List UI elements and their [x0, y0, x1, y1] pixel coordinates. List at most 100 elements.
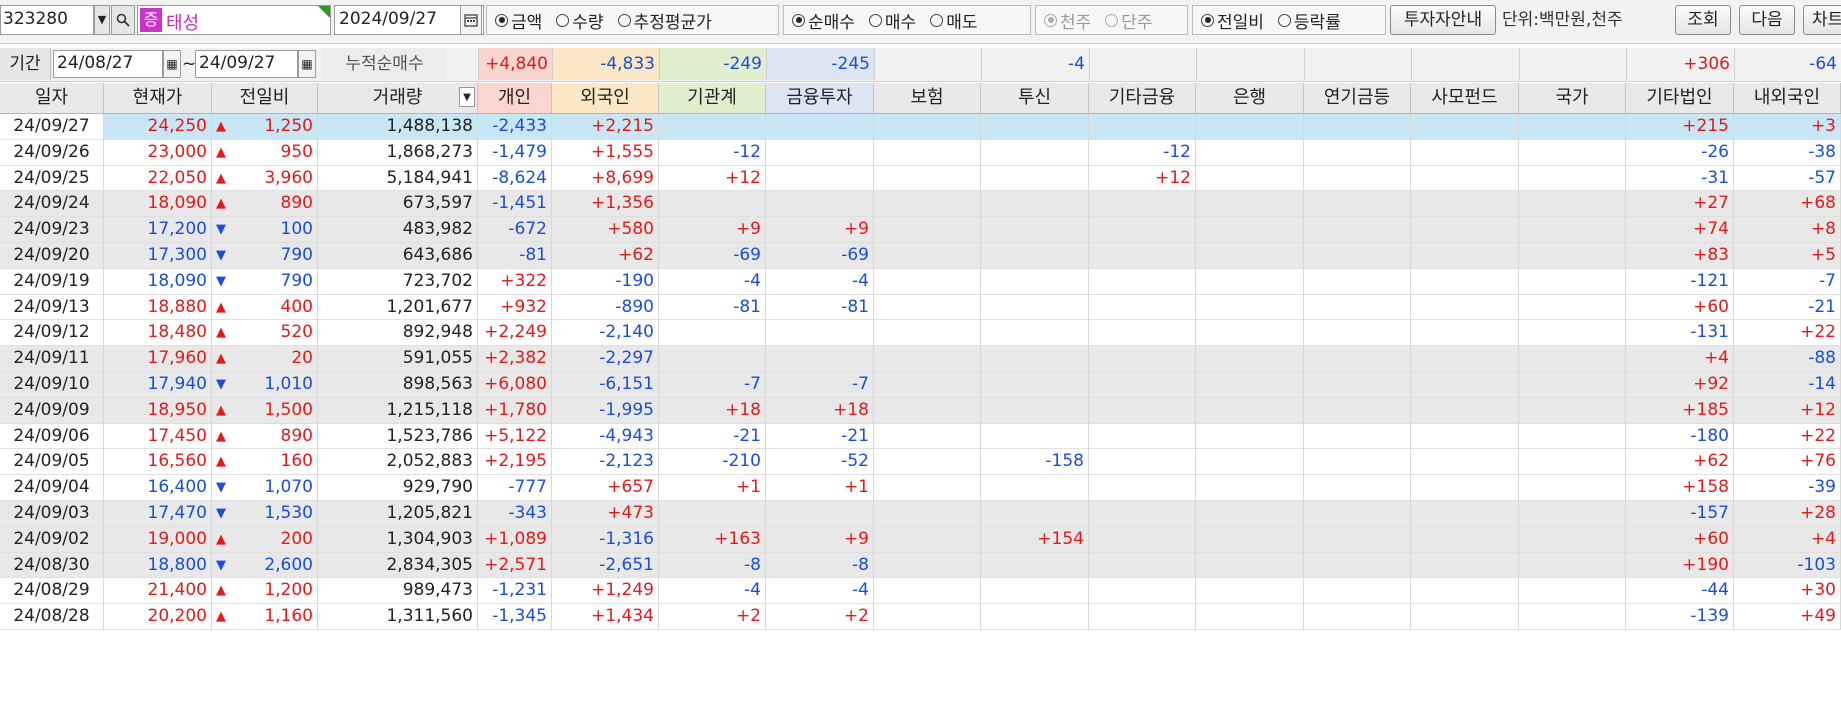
- table-row[interactable]: 24/09/24 18,090 ▲ 890 673,597 -1,451 +1,356 +27…: [0, 191, 1841, 218]
- table-row[interactable]: 24/08/28 20,200 ▲ 1,160 1,311,560 -1,345 +1,43…: [0, 604, 1841, 630]
- cell-other-finance: [1089, 372, 1196, 398]
- radio-change-rate[interactable]: 등락률: [1277, 8, 1341, 33]
- table-row[interactable]: 24/09/04 16,400 ▼ 1,070 929,790 -777 +657 +1 +1 +…: [0, 475, 1841, 501]
- cell-institution: +9: [659, 217, 766, 243]
- stock-code-input[interactable]: 323280: [0, 5, 94, 35]
- cell-private-equity: [1411, 114, 1519, 140]
- cell-volume: 2,052,883: [318, 449, 478, 476]
- column-header-institution[interactable]: 기관계: [659, 83, 766, 113]
- table-row[interactable]: 24/08/30 18,800 ▼ 2,600 2,834,305 +2,571 -2,65…: [0, 552, 1841, 579]
- sort-dropdown-icon[interactable]: ▼: [459, 87, 475, 107]
- table-row[interactable]: 24/09/13 18,880 ▲ 400 1,201,677 +932 -890 -81 -8…: [0, 294, 1841, 321]
- cell-institution: +2: [659, 604, 766, 630]
- cell-date: 24/09/24: [0, 191, 104, 218]
- to-calendar-button[interactable]: ▦: [298, 50, 316, 78]
- cell-pension-fund: [1304, 139, 1411, 166]
- chart-button[interactable]: 차트: [1803, 5, 1841, 35]
- column-header-other-corporation[interactable]: 기타법인: [1626, 83, 1734, 113]
- cell-change: ▲ 890: [212, 191, 318, 218]
- table-row[interactable]: 24/09/19 18,090 ▼ 790 723,702 +322 -190 -4 -4 -12…: [0, 268, 1841, 295]
- cell-price: 17,300: [104, 243, 212, 269]
- column-header-financial-investment[interactable]: 금융투자: [766, 83, 874, 113]
- column-header-other-finance[interactable]: 기타금융: [1089, 83, 1196, 113]
- next-button[interactable]: 다음: [1739, 5, 1795, 35]
- radio-amount[interactable]: 금액: [495, 8, 542, 33]
- cell-institution: -4: [659, 578, 766, 605]
- cell-insurance: [874, 604, 981, 630]
- column-header-bank[interactable]: 은행: [1196, 83, 1304, 113]
- cell-private-equity: [1411, 139, 1519, 166]
- column-header-government[interactable]: 국가: [1519, 83, 1626, 113]
- radio-thousand-shares[interactable]: 천주: [1044, 8, 1091, 33]
- radio-empty-icon: [556, 13, 570, 27]
- cell-bank: [1196, 294, 1304, 321]
- investor-guide-button[interactable]: 투자자안내: [1390, 5, 1496, 35]
- table-row[interactable]: 24/09/27 24,250 ▲ 1,250 1,488,138 -2,433 +2,21…: [0, 114, 1841, 140]
- cell-date: 24/08/28: [0, 604, 104, 630]
- column-header-price[interactable]: 현재가: [104, 83, 212, 113]
- column-header-individual[interactable]: 개인: [478, 83, 552, 113]
- table-row[interactable]: 24/09/23 17,200 ▼ 100 483,982 -672 +580 +9 +9 +74…: [0, 217, 1841, 243]
- cell-pension-fund: [1304, 449, 1411, 476]
- change-value: 1,500: [264, 399, 313, 420]
- radio-net-buy[interactable]: 순매수: [792, 8, 855, 33]
- cell-change: ▼ 790: [212, 268, 318, 295]
- stock-name-box[interactable]: 증 태성: [137, 5, 331, 35]
- table-row[interactable]: 24/09/11 17,960 ▲ 20 591,055 +2,382 -2,297 +4 -8…: [0, 346, 1841, 372]
- query-button[interactable]: 조회: [1675, 5, 1731, 35]
- radio-estimated-avg-price[interactable]: 추정평균가: [617, 8, 712, 33]
- table-row[interactable]: 24/09/02 19,000 ▲ 200 1,304,903 +1,089 -1,316 +…: [0, 526, 1841, 553]
- table-row[interactable]: 24/09/03 17,470 ▼ 1,530 1,205,821 -343 +473 -15…: [0, 501, 1841, 527]
- table-row[interactable]: 24/09/10 17,940 ▼ 1,010 898,563 +6,080 -6,151-…: [0, 372, 1841, 398]
- cell-bank: [1196, 139, 1304, 166]
- cell-investment-trust: [981, 268, 1089, 295]
- column-header-label: 개인: [497, 87, 532, 108]
- calendar-button[interactable]: [460, 5, 482, 35]
- cell-change: ▲ 200: [212, 526, 318, 553]
- table-row[interactable]: 24/09/20 17,300 ▼ 790 643,686 -81 +62 -69 -69 +83…: [0, 243, 1841, 269]
- column-header-foreign[interactable]: 외국인: [552, 83, 659, 113]
- cell-private-equity: [1411, 294, 1519, 321]
- column-header-pension-fund[interactable]: 연기금등: [1304, 83, 1411, 113]
- cell-financial-investment: [766, 501, 874, 527]
- cell-government: [1519, 243, 1626, 269]
- from-calendar-button[interactable]: ▦: [163, 50, 181, 78]
- period-from-input[interactable]: 24/08/27: [53, 50, 163, 78]
- stock-search-button[interactable]: [111, 5, 135, 35]
- cell-date: 24/09/12: [0, 320, 104, 347]
- cell-other-finance: [1089, 346, 1196, 372]
- radio-sell[interactable]: 매도: [930, 8, 977, 33]
- table-row[interactable]: 24/09/06 17,450 ▲ 890 1,523,786 +5,122 -4,943-…: [0, 423, 1841, 450]
- cell-other-corporation: -121: [1626, 268, 1734, 295]
- radio-quantity[interactable]: 수량: [556, 8, 604, 33]
- radio-prev-day-diff[interactable]: 전일비: [1201, 8, 1264, 33]
- cell-volume: 723,702: [318, 268, 478, 295]
- radio-single-shares[interactable]: 단주: [1105, 8, 1153, 33]
- column-header-insurance[interactable]: 보험: [874, 83, 981, 113]
- cell-investment-trust: [981, 552, 1089, 579]
- cell-institution: [659, 191, 766, 218]
- column-header-private-equity[interactable]: 사모펀드: [1411, 83, 1519, 113]
- cell-individual: -777: [478, 475, 552, 501]
- table-row[interactable]: 24/08/29 21,400 ▲ 1,200 989,473 -1,231 +1,249-…: [0, 578, 1841, 605]
- column-header-domestic-foreigner[interactable]: 내외국인: [1734, 83, 1841, 113]
- cell-private-equity: [1411, 346, 1519, 372]
- period-to-input[interactable]: 24/09/27: [195, 50, 298, 78]
- table-row[interactable]: 24/09/25 22,050 ▲ 3,960 5,184,941 -8,624 +8,69…: [0, 165, 1841, 192]
- cell-other-corporation: +4: [1626, 346, 1734, 372]
- code-dropdown-button[interactable]: ▼: [94, 5, 110, 35]
- cell-volume: 591,055: [318, 346, 478, 372]
- table-row[interactable]: 24/09/05 16,560 ▲ 160 2,052,883 +2,195 -2,123-…: [0, 449, 1841, 476]
- table-row[interactable]: 24/09/26 23,000 ▲ 950 1,868,273 -1,479 +1,555-…: [0, 139, 1841, 166]
- table-row[interactable]: 24/09/12 18,480 ▲ 520 892,948 +2,249 -2,140 -13…: [0, 320, 1841, 347]
- column-header-date[interactable]: 일자: [0, 83, 104, 113]
- cell-individual: +6,080: [478, 372, 552, 398]
- column-header-change[interactable]: 전일비: [212, 83, 318, 113]
- table-row[interactable]: 24/09/09 18,950 ▲ 1,500 1,215,118 +1,780 -1,99…: [0, 397, 1841, 424]
- compare-type-group: 전일비 등락률: [1192, 5, 1386, 35]
- radio-buy[interactable]: 매수: [868, 8, 916, 33]
- cell-change: ▲ 520: [212, 320, 318, 347]
- column-header-investment-trust[interactable]: 투신: [981, 83, 1089, 113]
- column-header-volume[interactable]: 거래량 ▼: [318, 83, 478, 113]
- period-row: 기간 24/08/27 ▦ ~ 24/09/27 ▦ 누적순매수 +4,840-…: [0, 48, 1841, 82]
